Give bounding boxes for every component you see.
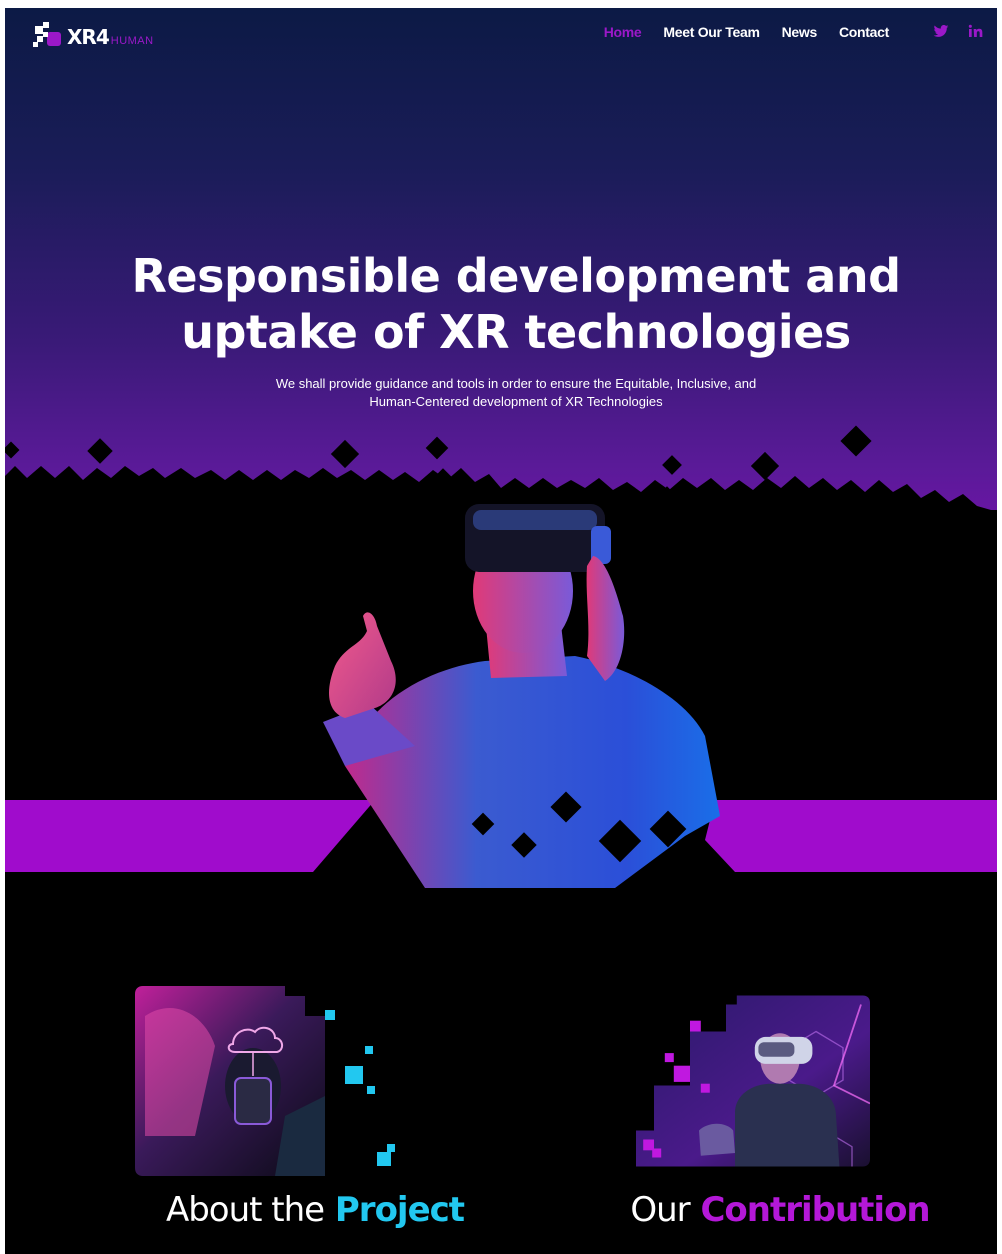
feature-about-project: About the Project: [100, 986, 530, 1254]
page: XR4 HUMAN Home Meet Our Team News Contac…: [5, 8, 997, 1254]
our-contribution-image[interactable]: [600, 986, 870, 1176]
site-logo[interactable]: XR4 HUMAN: [33, 20, 154, 48]
nav-menu: Home Meet Our Team News Contact: [604, 24, 890, 40]
top-navigation: XR4 HUMAN Home Meet Our Team News Contac…: [5, 8, 997, 60]
social-links: [933, 23, 983, 39]
twitter-icon[interactable]: [933, 23, 949, 39]
logo-subtext: HUMAN: [110, 35, 154, 47]
hero-subtitle-line2: Human-Centered development of XR Technol…: [369, 394, 663, 409]
hero-subtitle-line1: We shall provide guidance and tools in o…: [275, 376, 757, 391]
about-title-accent: Project: [334, 1190, 465, 1230]
nav-home-link[interactable]: Home: [604, 24, 642, 40]
logo-text: XR4: [67, 25, 110, 49]
hero-title-line1: Responsible development and: [131, 249, 901, 303]
logo-pixel-icon: [33, 22, 61, 47]
about-project-title: About the Project: [100, 1188, 530, 1232]
linkedin-icon[interactable]: [967, 23, 983, 39]
our-contribution-title: Our Contribution: [565, 1188, 995, 1232]
about-project-image[interactable]: [135, 986, 405, 1176]
nav-contact-link[interactable]: Contact: [839, 24, 889, 40]
hero-title-line2: uptake of XR technologies: [181, 305, 851, 359]
hero-section: XR4 HUMAN Home Meet Our Team News Contac…: [5, 8, 997, 888]
about-title-light: About the: [165, 1190, 325, 1230]
hero-subtitle: We shall provide guidance and tools in o…: [220, 375, 812, 411]
vr-person-image: [323, 504, 720, 888]
contribution-title-accent: Contribution: [700, 1190, 930, 1230]
nav-news-link[interactable]: News: [782, 24, 818, 40]
contribution-title-light: Our: [630, 1190, 690, 1230]
feature-our-contribution: Our Contribution: [565, 986, 995, 1254]
nav-team-link[interactable]: Meet Our Team: [663, 24, 760, 40]
hero-title: Responsible development and uptake of XR…: [5, 248, 997, 360]
